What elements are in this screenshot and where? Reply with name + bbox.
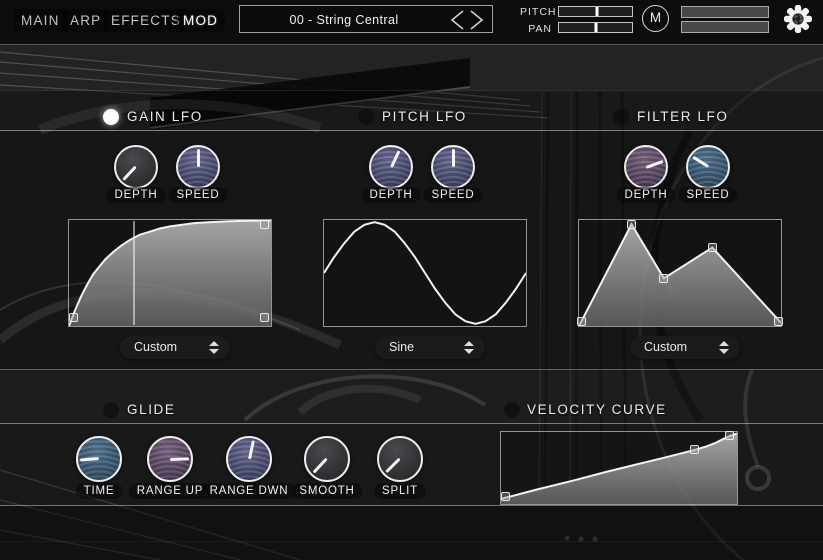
- up-down-arrows-icon[interactable]: [464, 341, 474, 354]
- pitch-label: PITCH: [520, 6, 552, 18]
- filter-lfo-curve-handle-1[interactable]: [627, 220, 636, 229]
- gain-lfo-depth-knob-label: DEPTH: [107, 187, 166, 203]
- filter-lfo-depth-knob-label: DEPTH: [617, 187, 676, 203]
- glide-label: GLIDE: [127, 400, 176, 420]
- filter-lfo-label: FILTER LFO: [637, 107, 729, 127]
- gear-icon[interactable]: [782, 3, 814, 35]
- velocity-curve-handle-2[interactable]: [725, 431, 734, 440]
- glide-led[interactable]: [103, 402, 119, 418]
- tab-main[interactable]: MAIN: [14, 9, 67, 32]
- glide-time-knob-label: TIME: [76, 483, 123, 499]
- tab-mod[interactable]: MOD: [176, 9, 225, 32]
- pitch-lfo-speed-knob-pointer: [433, 147, 473, 187]
- m-button[interactable]: M: [642, 5, 669, 32]
- pitch-slider-marker[interactable]: [595, 7, 598, 16]
- glide-time-knob[interactable]: [76, 436, 122, 482]
- gain-lfo-speed-knob[interactable]: [176, 145, 220, 189]
- gain-lfo-shape-dropdown-value: Custom: [134, 336, 177, 359]
- gain-lfo-led[interactable]: [103, 109, 119, 125]
- preset-name: 00 - String Central: [240, 6, 448, 34]
- velocity-curve-section: VELOCITY CURVE: [490, 369, 823, 505]
- pan-slider-marker[interactable]: [595, 23, 598, 32]
- up-down-arrows-icon[interactable]: [209, 341, 219, 354]
- pitch-lfo-speed-knob-label: SPEED: [424, 187, 483, 203]
- filter-lfo-curve-handle-4[interactable]: [774, 317, 783, 326]
- gain-lfo-curve-handle-2[interactable]: [260, 313, 269, 322]
- gain-lfo-panel: GAIN LFO DEPTHSPEED Custom: [68, 90, 272, 370]
- glide-split-knob-label: SPLIT: [374, 483, 426, 499]
- gain-lfo-speed-knob-label: SPEED: [169, 187, 228, 203]
- plugin-window: MAINARPEFFECTSMOD 00 - String Central PI…: [0, 0, 823, 560]
- velocity-wave-display[interactable]: [500, 431, 738, 505]
- pitch-lfo-label: PITCH LFO: [382, 107, 467, 127]
- pitch-lfo-depth-knob[interactable]: [369, 145, 413, 189]
- preset-selector[interactable]: 00 - String Central: [239, 5, 493, 33]
- glide-smooth-knob-label: SMOOTH: [291, 483, 362, 499]
- bottom-hairline: [0, 541, 823, 542]
- velocity-led[interactable]: [504, 402, 520, 418]
- glide-time-knob-pointer: [76, 436, 122, 482]
- gain-lfo-depth-knob[interactable]: [114, 145, 158, 189]
- meter-top: [681, 6, 769, 18]
- glide-range-dwn-knob-pointer: [224, 434, 274, 484]
- filter-lfo-depth-knob[interactable]: [624, 145, 668, 189]
- glide-range-dwn-knob[interactable]: [226, 436, 272, 482]
- pitch-lfo-shape-dropdown-value: Sine: [389, 336, 414, 359]
- filter-lfo-panel: FILTER LFO DEPTHSPEED Custom: [578, 90, 782, 370]
- glide-split-knob-pointer: [370, 429, 429, 488]
- gain-lfo-label: GAIN LFO: [127, 107, 203, 127]
- pan-slider[interactable]: [558, 22, 633, 33]
- meter-bottom: [681, 21, 769, 33]
- glide-smooth-knob-pointer: [297, 429, 356, 488]
- glide-range-up-knob-pointer: [148, 437, 191, 480]
- glide-smooth-knob[interactable]: [304, 436, 350, 482]
- gain-lfo-curve-handle-0[interactable]: [69, 313, 78, 322]
- tab-arp[interactable]: ARP: [63, 9, 108, 32]
- filter-lfo-curve-handle-2[interactable]: [659, 274, 668, 283]
- pitch-lfo-speed-knob[interactable]: [431, 145, 475, 189]
- filter-lfo-led[interactable]: [613, 109, 629, 125]
- pitch-slider[interactable]: [558, 6, 633, 17]
- filter-lfo-speed-knob-label: SPEED: [679, 187, 738, 203]
- glide-section: GLIDE TIME RANGE UPRANGE DWNSMOOTH SPLIT: [0, 369, 490, 505]
- gain-lfo-shape-dropdown[interactable]: Custom: [120, 336, 230, 359]
- glide-range-up-knob-label: RANGE UP: [129, 483, 211, 499]
- bottom-strip: [0, 505, 823, 560]
- filter-lfo-shape-dropdown[interactable]: Custom: [630, 336, 740, 359]
- filter-lfo-curve-handle-0[interactable]: [577, 317, 586, 326]
- pitch-lfo-depth-knob-label: DEPTH: [362, 187, 421, 203]
- pan-label: PAN: [520, 23, 552, 35]
- pitch-lfo-led[interactable]: [358, 109, 374, 125]
- up-down-arrows-icon[interactable]: [719, 341, 729, 354]
- pitch-lfo-wave-display[interactable]: [323, 219, 527, 327]
- pitch-lfo-depth-knob-pointer: [364, 140, 417, 193]
- velocity-curve-handle-0[interactable]: [501, 492, 510, 501]
- topbar: MAINARPEFFECTSMOD 00 - String Central PI…: [0, 0, 823, 45]
- gain-lfo-curve-handle-1[interactable]: [260, 220, 269, 229]
- filter-lfo-depth-knob-pointer: [620, 141, 671, 192]
- filter-lfo-wave-display[interactable]: [578, 219, 782, 327]
- glide-range-up-knob[interactable]: [147, 436, 193, 482]
- filter-lfo-shape-dropdown-value: Custom: [644, 336, 687, 359]
- gain-lfo-playhead[interactable]: [133, 221, 135, 325]
- velocity-label: VELOCITY CURVE: [527, 400, 667, 420]
- prev-next-chevrons-icon[interactable]: [446, 8, 488, 32]
- pitch-lfo-shape-dropdown[interactable]: Sine: [375, 336, 485, 359]
- filter-lfo-curve-handle-3[interactable]: [708, 243, 717, 252]
- glide-range-dwn-knob-label: RANGE DWN: [202, 483, 297, 499]
- gain-lfo-wave-display[interactable]: [68, 219, 272, 327]
- glide-split-knob[interactable]: [377, 436, 423, 482]
- gain-lfo-speed-knob-pointer: [178, 147, 218, 187]
- pitch-lfo-panel: PITCH LFO DEPTHSPEED Sine: [323, 90, 527, 370]
- filter-lfo-speed-knob[interactable]: [686, 145, 730, 189]
- velocity-curve-handle-1[interactable]: [690, 445, 699, 454]
